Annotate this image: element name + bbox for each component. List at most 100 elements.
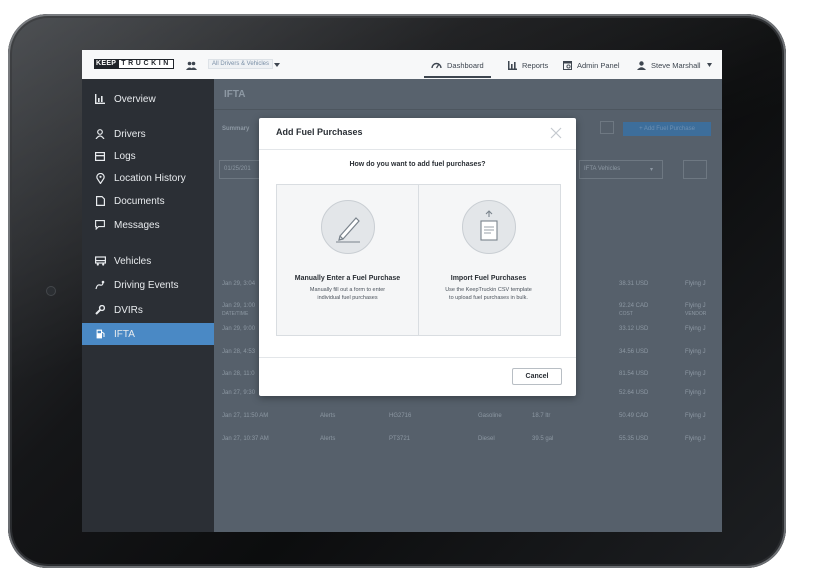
option-manual-entry[interactable]: Manually Enter a Fuel Purchase Manually … bbox=[277, 185, 419, 335]
cell-qty: 39.5 gal bbox=[532, 436, 554, 442]
cell-driver: Alerts bbox=[320, 413, 336, 419]
cell-cost: 38.31 USD bbox=[619, 281, 649, 287]
column-vendor[interactable]: VENDOR bbox=[685, 311, 706, 317]
sidebar-item-vehicles[interactable]: Vehicles bbox=[82, 250, 214, 272]
overview-chart-icon bbox=[94, 94, 106, 104]
sidebar-item-driving-events[interactable]: Driving Events bbox=[82, 274, 214, 296]
route-icon bbox=[94, 280, 106, 290]
add-fuel-purchase-button[interactable]: + Add Fuel Purchase bbox=[623, 122, 711, 136]
cell-datetime: Jan 27, 11:50 AM bbox=[222, 413, 269, 419]
option-desc-line: to upload fuel purchases in bulk. bbox=[449, 295, 528, 301]
close-icon[interactable] bbox=[550, 127, 562, 139]
sidebar-item-label: Vehicles bbox=[114, 255, 152, 267]
modal-question: How do you want to add fuel purchases? bbox=[349, 161, 486, 168]
top-bar: KEEP TRUCKIN All Drivers & Vehicles Dash… bbox=[82, 50, 722, 80]
column-datetime[interactable]: DATE/TIME bbox=[222, 311, 248, 317]
chevron-down-icon[interactable] bbox=[274, 63, 280, 67]
option-title: Manually Enter a Fuel Purchase bbox=[294, 275, 401, 282]
cell-vendor: Flying J bbox=[685, 371, 706, 377]
cell-driver: Alerts bbox=[320, 436, 336, 442]
cell-cost: 52.64 USD bbox=[619, 390, 649, 396]
cell-datetime: Jan 28, 11:0 bbox=[222, 371, 255, 377]
page-title: IFTA bbox=[224, 89, 246, 100]
bar-chart-icon bbox=[508, 60, 517, 70]
option-description: Use the KeepTruckin CSV template to uplo… bbox=[428, 286, 549, 302]
truck-icon bbox=[94, 256, 106, 266]
cell-vendor: Flying J bbox=[685, 436, 706, 442]
sidebar-item-label: DVIRs bbox=[114, 304, 143, 316]
speedometer-icon bbox=[431, 62, 442, 69]
cell-vendor: Flying J bbox=[685, 326, 706, 332]
cell-datetime: Jan 27, 10:37 AM bbox=[222, 436, 269, 442]
sidebar: Overview Drivers Logs Location History D… bbox=[82, 79, 214, 532]
sidebar-item-label: IFTA bbox=[114, 328, 135, 340]
sidebar-item-documents[interactable]: Documents bbox=[82, 190, 214, 212]
date-filter-value: 01/25/201 bbox=[224, 166, 251, 172]
pencil-icon bbox=[321, 200, 375, 254]
option-import-csv[interactable]: Import Fuel Purchases Use the KeepTrucki… bbox=[418, 185, 559, 335]
upload-document-icon bbox=[462, 200, 516, 254]
cell-vendor: Flying J bbox=[685, 281, 706, 287]
topnav-reports[interactable]: Reports bbox=[508, 58, 548, 72]
chevron-down-icon: ▾ bbox=[650, 167, 654, 173]
logo-keep: KEEP bbox=[94, 59, 119, 69]
topnav-label: Dashboard bbox=[447, 60, 484, 70]
topnav-dashboard[interactable]: Dashboard bbox=[431, 58, 484, 72]
topnav-admin-panel[interactable]: Admin Panel bbox=[563, 58, 620, 72]
logo-truckin: TRUCKIN bbox=[118, 59, 174, 69]
content-header: IFTA bbox=[214, 79, 722, 110]
modal-footer bbox=[259, 357, 576, 358]
option-description: Manually fill out a form to enter indivi… bbox=[287, 286, 408, 302]
person-icon bbox=[94, 129, 106, 139]
cell-datetime: Jan 29, 1:00 bbox=[222, 303, 256, 309]
filter-pill[interactable]: All Drivers & Vehicles bbox=[208, 59, 274, 69]
sidebar-item-messages[interactable]: Messages bbox=[82, 214, 214, 236]
tablet-camera bbox=[47, 287, 55, 295]
export-button[interactable] bbox=[600, 121, 614, 134]
user-icon bbox=[637, 60, 646, 70]
cell-datetime: Jan 29, 9:00 bbox=[222, 326, 256, 332]
cell-vendor: Flying J bbox=[685, 413, 706, 419]
cell-vehicle: PT3721 bbox=[389, 436, 411, 442]
option-group: Manually Enter a Fuel Purchase Manually … bbox=[276, 184, 561, 336]
cell-cost: 50.49 CAD bbox=[619, 413, 649, 419]
cell-vendor: Flying J bbox=[685, 349, 706, 355]
cell-vendor: Flying J bbox=[685, 390, 706, 396]
sidebar-item-logs[interactable]: Logs bbox=[82, 145, 214, 167]
sidebar-item-label: Driving Events bbox=[114, 279, 179, 291]
vehicle-filter-value: IFTA Vehicles bbox=[584, 166, 621, 172]
cell-cost: 92.24 CAD bbox=[619, 303, 649, 309]
column-cost[interactable]: COST bbox=[619, 311, 633, 317]
cell-cost: 33.12 USD bbox=[619, 326, 649, 332]
sidebar-item-dvirs[interactable]: DVIRs bbox=[82, 299, 214, 321]
cell-cost: 34.56 USD bbox=[619, 349, 649, 355]
cell-datetime: Jan 29, 3:04 bbox=[222, 281, 256, 287]
cell-vendor: Flying J bbox=[685, 303, 706, 309]
option-title: Import Fuel Purchases bbox=[450, 275, 527, 282]
cancel-button[interactable]: Cancel bbox=[512, 368, 562, 385]
cell-fuel: Gasoline bbox=[478, 413, 502, 419]
chevron-down-icon bbox=[706, 63, 712, 67]
option-desc-line: individual fuel purchases bbox=[317, 295, 378, 301]
document-icon bbox=[94, 196, 106, 206]
topnav-user-menu[interactable]: Steve Marshall bbox=[637, 58, 712, 72]
sidebar-item-label: Documents bbox=[114, 195, 165, 207]
sidebar-item-label: Logs bbox=[114, 150, 136, 162]
option-desc-line: Use the KeepTruckin CSV template bbox=[445, 287, 532, 293]
fullscreen-button[interactable] bbox=[683, 160, 707, 179]
app-screen: KEEP TRUCKIN All Drivers & Vehicles Dash… bbox=[82, 50, 722, 532]
keeptruckin-logo[interactable]: KEEP TRUCKIN bbox=[94, 59, 174, 69]
wrench-icon bbox=[94, 305, 106, 315]
active-tab-underline bbox=[424, 76, 491, 78]
add-fuel-purchases-modal: Add Fuel Purchases How do you want to ad… bbox=[259, 118, 576, 396]
location-pin-icon bbox=[94, 172, 106, 184]
sidebar-item-ifta[interactable]: IFTA bbox=[82, 323, 214, 345]
admin-panel-icon bbox=[563, 60, 572, 70]
sidebar-item-location-history[interactable]: Location History bbox=[82, 167, 214, 189]
tab-summary[interactable]: Summary bbox=[222, 126, 249, 132]
sidebar-item-drivers[interactable]: Drivers bbox=[82, 123, 214, 145]
sidebar-item-overview[interactable]: Overview bbox=[82, 88, 214, 110]
drivers-vehicles-filter[interactable] bbox=[186, 58, 202, 72]
sidebar-item-label: Overview bbox=[114, 93, 156, 105]
sidebar-item-label: Drivers bbox=[114, 128, 146, 140]
